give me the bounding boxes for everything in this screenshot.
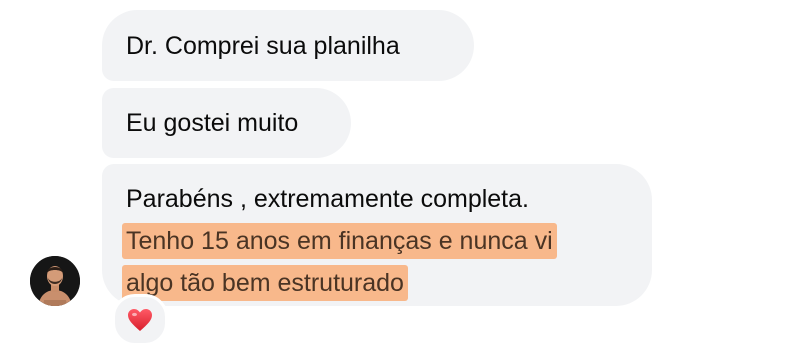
message-thread: Dr. Comprei sua planilha Eu gostei muito…	[0, 0, 800, 351]
message-bubble[interactable]: Parabéns , extremamente completa. Tenho …	[102, 164, 652, 306]
person-icon	[30, 256, 80, 306]
avatar[interactable]	[30, 256, 80, 306]
highlighted-text: Tenho 15 anos em finanças e nunca vi	[122, 223, 557, 259]
message-bubble[interactable]: Dr. Comprei sua planilha	[102, 10, 474, 81]
highlighted-text: algo tão bem estruturado	[122, 265, 408, 301]
message-bubble[interactable]: Eu gostei muito	[102, 88, 351, 158]
reaction-badge[interactable]	[112, 294, 168, 346]
message-text: Dr. Comprei sua planilha	[126, 31, 400, 60]
message-text: Parabéns , extremamente completa.	[126, 185, 529, 213]
heart-icon	[128, 309, 152, 331]
message-text: Eu gostei muito	[126, 109, 299, 137]
